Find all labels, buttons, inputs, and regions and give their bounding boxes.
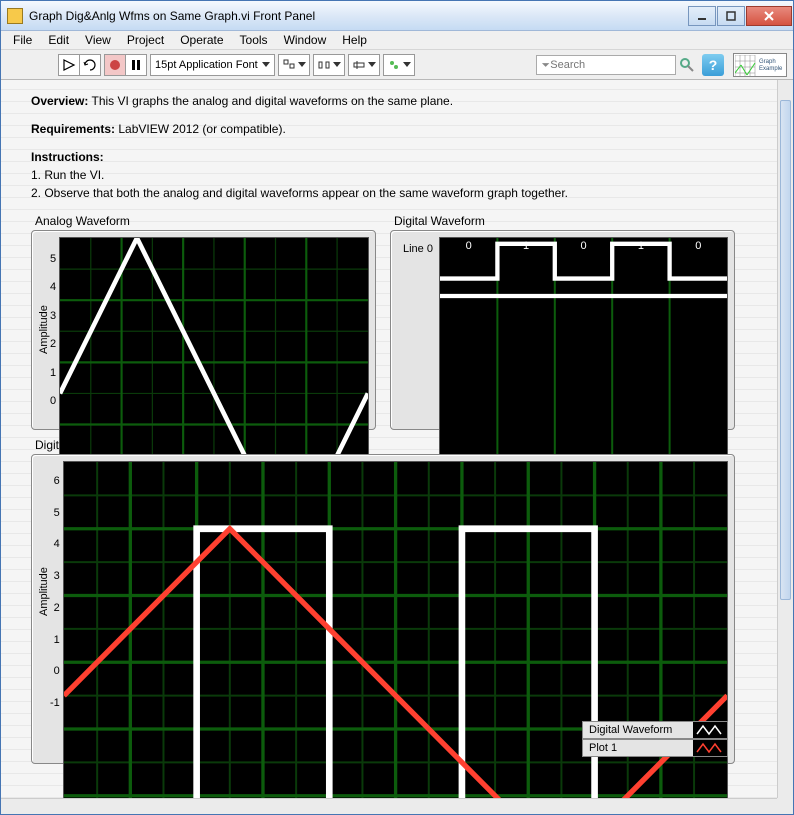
analog-graph[interactable]: Amplitude 5 4 3 2 1 0	[31, 230, 376, 430]
legend-item[interactable]: Digital Waveform	[582, 721, 728, 739]
combined-graph[interactable]: Amplitude 6 5 4 3 2 1 0 -1	[31, 454, 735, 764]
search-box[interactable]	[536, 55, 676, 75]
font-selector[interactable]: 15pt Application Font	[150, 54, 275, 76]
titlebar: Graph Dig&Anlg Wfms on Same Graph.vi Fro…	[1, 1, 793, 31]
analog-graph-title: Analog Waveform	[35, 214, 376, 228]
run-button[interactable]	[58, 54, 79, 76]
menu-tools[interactable]: Tools	[232, 31, 276, 49]
resize-button[interactable]	[348, 54, 380, 76]
front-panel-workspace[interactable]: Overview: This VI graphs the analog and …	[1, 80, 777, 798]
abort-button[interactable]	[104, 54, 125, 76]
search-icon[interactable]	[679, 57, 695, 73]
vertical-scrollbar[interactable]	[777, 80, 793, 798]
requirements: Requirements: LabVIEW 2012 (or compatibl…	[31, 120, 747, 138]
align-button[interactable]	[278, 54, 310, 76]
search-input[interactable]	[550, 59, 671, 71]
digital-graph-title: Digital Waveform	[394, 214, 735, 228]
reorder-button[interactable]	[383, 54, 415, 76]
search-dropdown-icon	[541, 60, 550, 70]
legend-swatch-icon	[693, 740, 727, 756]
close-button[interactable]	[746, 6, 792, 26]
minimize-button[interactable]	[688, 6, 716, 26]
window-title: Graph Dig&Anlg Wfms on Same Graph.vi Fro…	[29, 9, 688, 23]
distribute-button[interactable]	[313, 54, 345, 76]
font-name: 15pt Application Font	[155, 59, 258, 71]
legend-swatch-icon	[693, 722, 727, 738]
overview: Overview: This VI graphs the analog and …	[31, 92, 747, 110]
legend-item[interactable]: Plot 1	[582, 739, 728, 757]
toolbar: 15pt Application Font ? Graph	[1, 50, 793, 80]
digital-line-label: Line 0	[397, 237, 439, 423]
pause-button[interactable]	[125, 54, 147, 76]
menu-view[interactable]: View	[77, 31, 119, 49]
app-icon	[7, 8, 23, 24]
plot-legend[interactable]: Digital Waveform Plot 1	[582, 721, 728, 757]
help-button[interactable]: ?	[702, 54, 724, 76]
menubar: File Edit View Project Operate Tools Win…	[1, 31, 793, 50]
horizontal-scrollbar[interactable]	[1, 798, 777, 814]
instructions: Instructions: 1. Run the VI. 2. Observe …	[31, 148, 747, 202]
svg-text:Graph: Graph	[759, 59, 776, 65]
menu-window[interactable]: Window	[276, 31, 335, 49]
app-window: Graph Dig&Anlg Wfms on Same Graph.vi Fro…	[0, 0, 794, 815]
y-axis-label: Amplitude	[38, 255, 50, 405]
menu-file[interactable]: File	[5, 31, 40, 49]
graph-example-icon[interactable]: Graph Example	[733, 53, 787, 77]
maximize-button[interactable]	[717, 6, 745, 26]
menu-operate[interactable]: Operate	[172, 31, 231, 49]
y-axis-label: Amplitude	[38, 477, 50, 707]
svg-text:Example: Example	[759, 66, 783, 72]
run-continuous-button[interactable]	[79, 54, 101, 76]
menu-help[interactable]: Help	[334, 31, 375, 49]
digital-graph[interactable]: Line 0	[390, 230, 735, 430]
menu-project[interactable]: Project	[119, 31, 172, 49]
dropdown-icon	[262, 62, 270, 67]
menu-edit[interactable]: Edit	[40, 31, 77, 49]
scrollbar-corner	[777, 798, 793, 814]
